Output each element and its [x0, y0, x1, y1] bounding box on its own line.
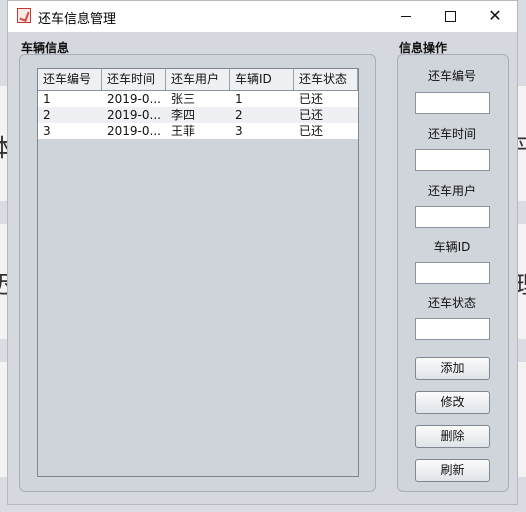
add-button[interactable]: 添加 — [415, 357, 490, 380]
return-time-label: 还车时间 — [427, 127, 476, 141]
delete-button[interactable]: 删除 — [415, 425, 490, 448]
table-cell: 张三 — [171, 92, 196, 106]
return-status-field[interactable] — [415, 318, 490, 340]
return-id-label: 还车编号 — [427, 69, 476, 83]
table-cell: 2 — [43, 108, 51, 122]
table-cell: 3 — [235, 124, 243, 138]
modify-button[interactable]: 修改 — [415, 391, 490, 414]
table-cell: 2019-0... — [107, 108, 161, 122]
table-header: 还车编号 还车时间 还车用户 车辆ID 还车状态 — [38, 69, 358, 91]
column-header-return-time[interactable]: 还车时间 — [102, 69, 166, 90]
column-header-return-status[interactable]: 还车状态 — [294, 69, 358, 90]
table-cell: 李四 — [171, 108, 196, 122]
table-cell: 3 — [43, 124, 51, 138]
table-cell: 2019-0... — [107, 124, 161, 138]
table-cell: 2 — [235, 108, 243, 122]
return-user-label: 还车用户 — [427, 184, 476, 198]
table-row[interactable]: 2 2019-0... 李四 2 已还 — [38, 107, 358, 123]
table-cell: 1 — [235, 92, 243, 106]
table-row[interactable]: 1 2019-0... 张三 1 已还 — [38, 91, 358, 107]
table-row[interactable]: 3 2019-0... 王菲 3 已还 — [38, 123, 358, 139]
vehicle-id-field[interactable] — [415, 262, 490, 284]
return-time-field[interactable] — [415, 149, 490, 171]
table-cell: 2019-0... — [107, 92, 161, 106]
maximize-button[interactable] — [435, 5, 465, 27]
title-bar[interactable]: 还车信息管理 ✕ — [8, 1, 517, 32]
column-header-return-id[interactable]: 还车编号 — [38, 69, 102, 90]
return-status-label: 还车状态 — [427, 296, 476, 310]
minimize-button[interactable] — [391, 5, 421, 27]
column-header-vehicle-id[interactable]: 车辆ID — [230, 69, 294, 90]
return-user-field[interactable] — [415, 206, 490, 228]
java-cup-icon — [17, 8, 31, 23]
close-button[interactable]: ✕ — [480, 5, 510, 27]
column-header-return-user[interactable]: 还车用户 — [166, 69, 230, 90]
window-title: 还车信息管理 — [38, 12, 117, 27]
main-window: 还车信息管理 ✕ 车辆信息 还车编号 还车时间 还车用户 车辆ID 还车状态 1… — [7, 0, 518, 505]
table-cell: 已还 — [299, 92, 324, 106]
table-cell: 已还 — [299, 124, 324, 138]
close-icon: ✕ — [488, 6, 502, 25]
table-cell: 已还 — [299, 108, 324, 122]
table-cell: 王菲 — [171, 124, 196, 138]
table-cell: 1 — [43, 92, 51, 106]
return-table[interactable]: 还车编号 还车时间 还车用户 车辆ID 还车状态 1 2019-0... 张三 … — [37, 68, 359, 477]
vehicle-id-label: 车辆ID — [433, 240, 471, 254]
refresh-button[interactable]: 刷新 — [415, 459, 490, 482]
return-id-field[interactable] — [415, 92, 490, 114]
